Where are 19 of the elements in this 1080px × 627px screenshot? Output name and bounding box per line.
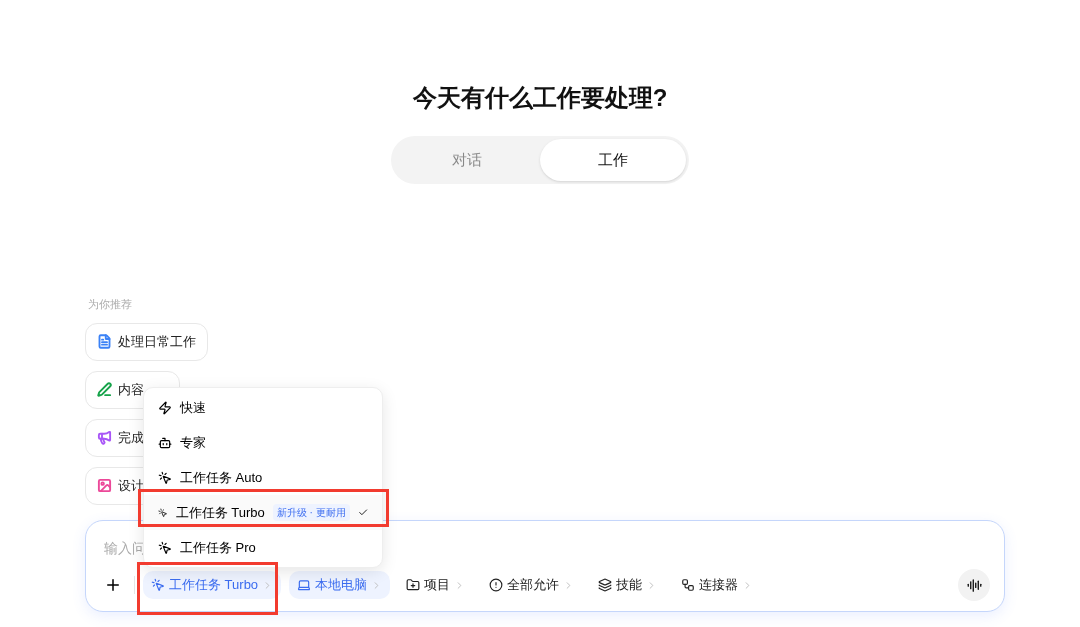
menu-item[interactable]: 工作任务 Turbo 新升级 · 更耐用 bbox=[144, 495, 382, 530]
bolt-icon bbox=[158, 400, 172, 415]
voice-icon bbox=[966, 577, 982, 593]
toolbar-chip[interactable]: 全部允许 bbox=[481, 571, 583, 599]
suggestion-chip[interactable]: 处理日常工作 bbox=[85, 322, 208, 361]
suggestions-label: 为你推荐 bbox=[87, 297, 133, 312]
toolbar-chip[interactable]: 技能 bbox=[590, 571, 666, 599]
voice-button[interactable] bbox=[958, 569, 990, 601]
add-icon[interactable] bbox=[104, 576, 122, 594]
toolbar-chip[interactable]: 项目 bbox=[398, 571, 474, 599]
toolbar-chip[interactable]: 本地电脑 bbox=[289, 571, 391, 599]
page-heading: 今天有什么工作要处理? bbox=[412, 83, 668, 113]
laptop-icon bbox=[297, 578, 312, 592]
menu-item[interactable]: 工作任务 Pro bbox=[144, 530, 382, 565]
alert-icon bbox=[489, 578, 504, 592]
toolbar-chip[interactable]: 连接器 bbox=[673, 571, 762, 599]
toolbar-chip[interactable]: 工作任务 Turbo bbox=[143, 571, 282, 599]
upgrade-badge: 新升级 · 更耐用 bbox=[272, 504, 350, 521]
mode-tab[interactable]: 工作 bbox=[540, 139, 686, 181]
